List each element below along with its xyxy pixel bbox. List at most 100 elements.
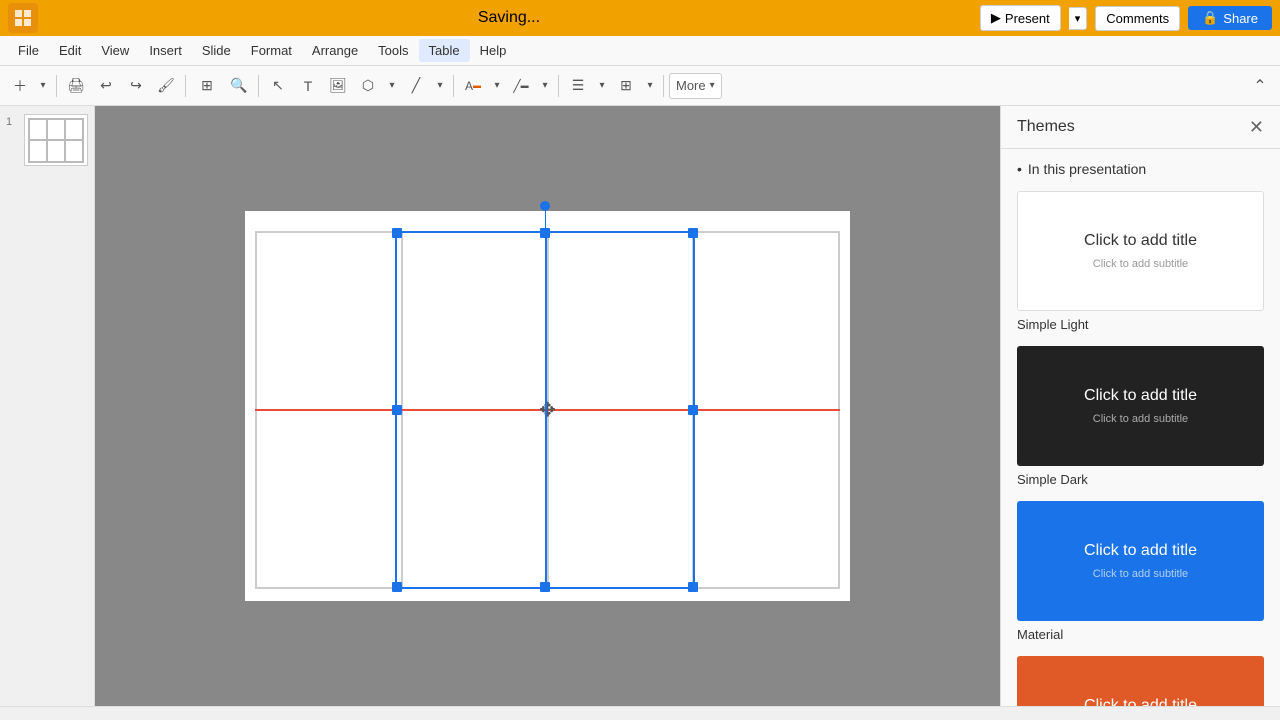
table-cell-r1c2[interactable] — [548, 410, 694, 588]
toolbar-divider-2 — [185, 75, 186, 97]
selection-top-line — [545, 211, 546, 231]
themes-header: Themes ✕ — [1001, 106, 1280, 149]
theme-card-material: Click to add title Click to add subtitle… — [1017, 501, 1264, 642]
table-cell-r1c0[interactable] — [256, 410, 402, 588]
theme-name-simple-dark: Simple Dark — [1017, 472, 1264, 487]
line-button[interactable]: ╱ — [402, 72, 430, 100]
toolbar-divider-4 — [453, 75, 454, 97]
slide-canvas: ✥ — [245, 211, 850, 601]
theme-card-simple-light: Click to add title Click to add subtitle… — [1017, 191, 1264, 332]
slide-panel: 1 — [0, 106, 95, 706]
menu-slide[interactable]: Slide — [192, 39, 241, 62]
theme-preview-material[interactable]: Click to add title Click to add subtitle — [1017, 501, 1264, 621]
menu-view[interactable]: View — [91, 39, 139, 62]
table-cell-r0c1[interactable] — [402, 232, 548, 410]
thumb-cell-5 — [47, 140, 65, 162]
toolbar-divider-1 — [56, 75, 57, 97]
line-color-button[interactable]: ╱ ▬ — [507, 72, 535, 100]
line-dropdown[interactable]: ▾ — [432, 72, 448, 100]
comments-button[interactable]: Comments — [1095, 6, 1180, 31]
theme-card-simple-dark: Click to add title Click to add subtitle… — [1017, 346, 1264, 487]
menu-table[interactable]: Table — [419, 39, 470, 62]
thumb-cell-3 — [65, 119, 83, 141]
table-cell-r0c2[interactable] — [548, 232, 694, 410]
toolbar: ＋ ▾ 🖨 ↩ ↪ 🖌 ⊞ 🔍 ↖ T 🖼 ⬡ ▾ ╱ ▾ A ▬ ▾ ╱ ▬ … — [0, 66, 1280, 106]
shapes-dropdown[interactable]: ▾ — [384, 72, 400, 100]
shapes-button[interactable]: ⬡ — [354, 72, 382, 100]
print-button[interactable]: 🖨 — [62, 72, 90, 100]
table-cell-r1c3[interactable] — [693, 410, 839, 588]
theme-name-material: Material — [1017, 627, 1264, 642]
text-button[interactable]: T — [294, 72, 322, 100]
menu-tools[interactable]: Tools — [368, 39, 418, 62]
toolbar-divider-6 — [663, 75, 664, 97]
distribute-dropdown[interactable]: ▾ — [642, 72, 658, 100]
theme-card-spearmint: Click to add title Click to add subtitle… — [1017, 656, 1264, 706]
more-button[interactable]: More ▾ — [669, 73, 722, 99]
align-dropdown[interactable]: ▾ — [594, 72, 610, 100]
add-button[interactable]: ＋ — [6, 72, 34, 100]
menu-edit[interactable]: Edit — [49, 39, 91, 62]
table-container[interactable]: ✥ — [255, 231, 840, 589]
select-button[interactable]: ↖ — [264, 72, 292, 100]
thumb-cell-2 — [47, 119, 65, 141]
main-area: 1 — [0, 106, 1280, 706]
slide-thumb-inner — [28, 118, 84, 163]
red-divider-horizontal — [255, 409, 840, 411]
theme-preview-simple-dark[interactable]: Click to add title Click to add subtitle — [1017, 346, 1264, 466]
slide-thumb-1[interactable] — [24, 114, 88, 166]
table-cell-r0c3[interactable] — [693, 232, 839, 410]
thumb-cell-4 — [29, 140, 47, 162]
fill-color-dropdown[interactable]: ▾ — [489, 72, 505, 100]
share-button[interactable]: 🔒 Share — [1188, 6, 1272, 30]
align-button[interactable]: ☰ — [564, 72, 592, 100]
slide-number-1: 1 — [6, 114, 20, 128]
slide-thumb-container-1: 1 — [6, 114, 88, 166]
menu-help[interactable]: Help — [470, 39, 517, 62]
bottom-bar — [0, 706, 1280, 720]
themes-content: • In this presentation Click to add titl… — [1001, 149, 1280, 706]
add-dropdown[interactable]: ▾ — [35, 72, 51, 100]
themes-panel: Themes ✕ • In this presentation Click to… — [1000, 106, 1280, 706]
title-bar-right: ▶ Present ▾ Comments 🔒 Share — [980, 5, 1272, 31]
title-bar-center: Saving... — [46, 9, 972, 27]
themes-close-button[interactable]: ✕ — [1249, 118, 1264, 136]
theme-name-simple-light: Simple Light — [1017, 317, 1264, 332]
toolbar-divider-3 — [258, 75, 259, 97]
thumb-cell-1 — [29, 119, 47, 141]
menu-bar: File Edit View Insert Slide Format Arran… — [0, 36, 1280, 66]
menu-format[interactable]: Format — [241, 39, 302, 62]
bullet-icon: • — [1017, 161, 1022, 177]
themes-title: Themes — [1017, 118, 1075, 136]
present-button[interactable]: ▶ Present — [980, 5, 1061, 31]
theme-preview-simple-light[interactable]: Click to add title Click to add subtitle — [1017, 191, 1264, 311]
distribute-button[interactable]: ⊞ — [612, 72, 640, 100]
selection-top-circle — [540, 201, 550, 211]
line-color-dropdown[interactable]: ▾ — [537, 72, 553, 100]
toolbar-divider-5 — [558, 75, 559, 97]
undo-button[interactable]: ↩ — [92, 72, 120, 100]
collapse-panel-button[interactable]: ⌃ — [1246, 72, 1274, 100]
title-bar: Saving... ▶ Present ▾ Comments 🔒 Share — [0, 0, 1280, 36]
image-button[interactable]: 🖼 — [324, 72, 352, 100]
menu-arrange[interactable]: Arrange — [302, 39, 368, 62]
canvas-area[interactable]: ✥ — [95, 106, 1000, 706]
lock-icon: 🔒 — [1202, 10, 1218, 26]
thumb-cell-6 — [65, 140, 83, 162]
redo-button[interactable]: ↪ — [122, 72, 150, 100]
table-cell-r1c1[interactable] — [402, 410, 548, 588]
table-cell-r0c0[interactable] — [256, 232, 402, 410]
toolbar-group-add: ＋ ▾ — [6, 72, 51, 100]
app-logo — [8, 3, 38, 33]
menu-file[interactable]: File — [8, 39, 49, 62]
present-dropdown-button[interactable]: ▾ — [1069, 7, 1088, 30]
menu-insert[interactable]: Insert — [139, 39, 192, 62]
saving-status: Saving... — [478, 9, 540, 27]
present-icon: ▶ — [991, 10, 1001, 26]
theme-preview-spearmint[interactable]: Click to add title Click to add subtitle — [1017, 656, 1264, 706]
zoom-fit-button[interactable]: ⊞ — [191, 72, 223, 100]
paint-format-button[interactable]: 🖌 — [152, 72, 180, 100]
fill-color-button[interactable]: A ▬ — [459, 72, 487, 100]
zoom-button[interactable]: 🔍 — [225, 72, 253, 100]
in-this-presentation[interactable]: • In this presentation — [1017, 161, 1264, 177]
